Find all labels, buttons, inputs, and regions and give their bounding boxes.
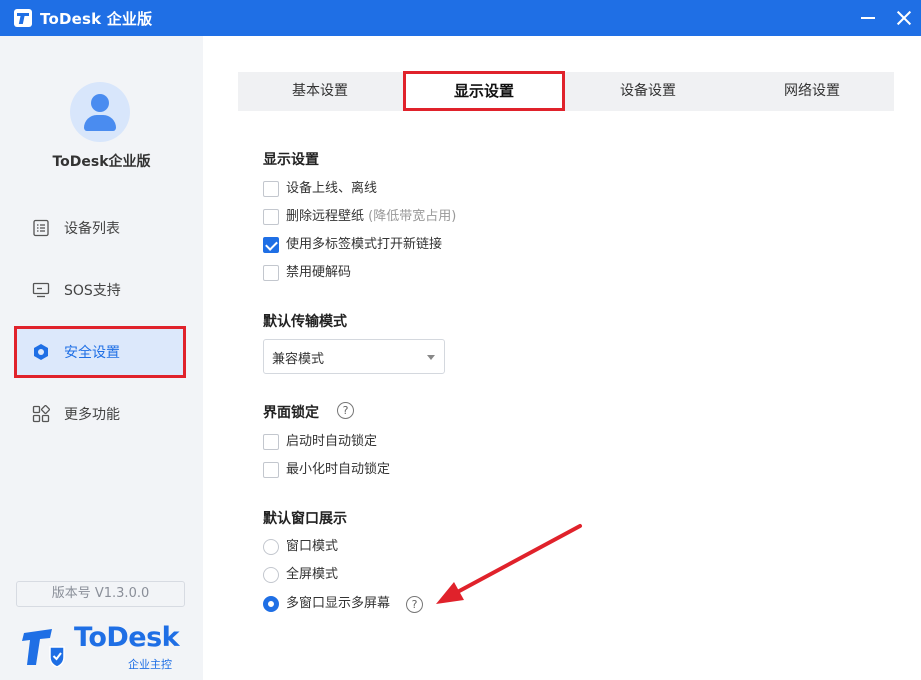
window-mode-section-title: 默认窗口展示: [263, 511, 347, 527]
multi-window-multi-screen-radio[interactable]: [263, 596, 279, 612]
caret-down-icon: [427, 355, 435, 360]
lock-on-minimize-checkbox[interactable]: [263, 462, 279, 478]
title-bar: ToDesk 企业版: [0, 0, 921, 36]
sidebar-item-label: 更多功能: [64, 407, 120, 423]
sidebar-item-sos[interactable]: SOS支持: [14, 264, 186, 316]
lock-section-title: 界面锁定: [263, 405, 319, 421]
settings-tabs: 基本设置 显示设置 设备设置 网络设置: [238, 71, 894, 111]
sidebar: ToDesk企业版 设备列表 SOS支持 安全设置 更多功能 版本号 V1.3.…: [0, 36, 203, 680]
option-label: 多窗口显示多屏幕: [286, 596, 391, 611]
fullscreen-mode-radio[interactable]: [263, 567, 279, 583]
option-label: 禁用硬解码: [286, 265, 352, 280]
grid-icon: [32, 405, 50, 423]
help-icon[interactable]: ?: [337, 402, 354, 419]
sidebar-item-device-list[interactable]: 设备列表: [14, 202, 186, 254]
transfer-section-title: 默认传输模式: [263, 314, 347, 330]
user-icon: [91, 94, 109, 112]
user-name: ToDesk企业版: [52, 154, 151, 170]
tab-network-settings[interactable]: 网络设置: [730, 72, 894, 111]
sidebar-item-label: SOS支持: [64, 283, 121, 299]
monitor-icon: [32, 282, 50, 298]
transfer-mode-select[interactable]: 兼容模式: [263, 339, 445, 374]
tab-device-settings[interactable]: 设备设置: [566, 72, 730, 111]
lock-on-start-checkbox[interactable]: [263, 434, 279, 450]
sidebar-item-label: 设备列表: [64, 221, 120, 237]
option-label: 使用多标签模式打开新链接: [286, 237, 443, 252]
display-section-title: 显示设置: [263, 152, 319, 168]
brand-name: ToDesk: [74, 622, 180, 653]
todesk-brand-icon: [22, 629, 65, 667]
window-title: ToDesk 企业版: [40, 10, 153, 28]
remove-wallpaper-checkbox[interactable]: [263, 209, 279, 225]
multi-tab-checkbox[interactable]: [263, 237, 279, 253]
option-label: 最小化时自动锁定: [286, 462, 391, 477]
close-button[interactable]: [892, 6, 916, 30]
red-arrow-icon: [436, 524, 582, 604]
option-label: 删除远程壁纸: [286, 209, 365, 224]
sidebar-item-security[interactable]: 安全设置: [14, 326, 186, 378]
option-label: 启动时自动锁定: [286, 434, 378, 449]
help-icon[interactable]: ?: [406, 596, 423, 613]
window-mode-radio[interactable]: [263, 539, 279, 555]
option-label: 设备上线、离线: [286, 181, 378, 196]
disable-hw-decode-checkbox[interactable]: [263, 265, 279, 281]
option-note: (降低带宽占用): [368, 209, 457, 224]
version-label: 版本号 V1.3.0.0: [16, 581, 185, 607]
tab-display-settings[interactable]: 显示设置: [403, 71, 565, 111]
todesk-logo-icon: [14, 9, 32, 27]
sidebar-item-more[interactable]: 更多功能: [14, 388, 186, 440]
device-online-offline-checkbox[interactable]: [263, 181, 279, 197]
brand-subtitle: 企业主控: [128, 658, 172, 671]
select-value: 兼容模式: [272, 352, 325, 367]
list-icon: [33, 219, 49, 237]
minimize-button[interactable]: [856, 6, 880, 30]
tab-basic-settings[interactable]: 基本设置: [238, 72, 402, 111]
hexagon-icon: [34, 344, 48, 360]
option-label: 全屏模式: [286, 567, 339, 582]
avatar[interactable]: [70, 82, 130, 142]
sidebar-item-label: 安全设置: [64, 345, 120, 361]
option-label: 窗口模式: [286, 539, 339, 554]
